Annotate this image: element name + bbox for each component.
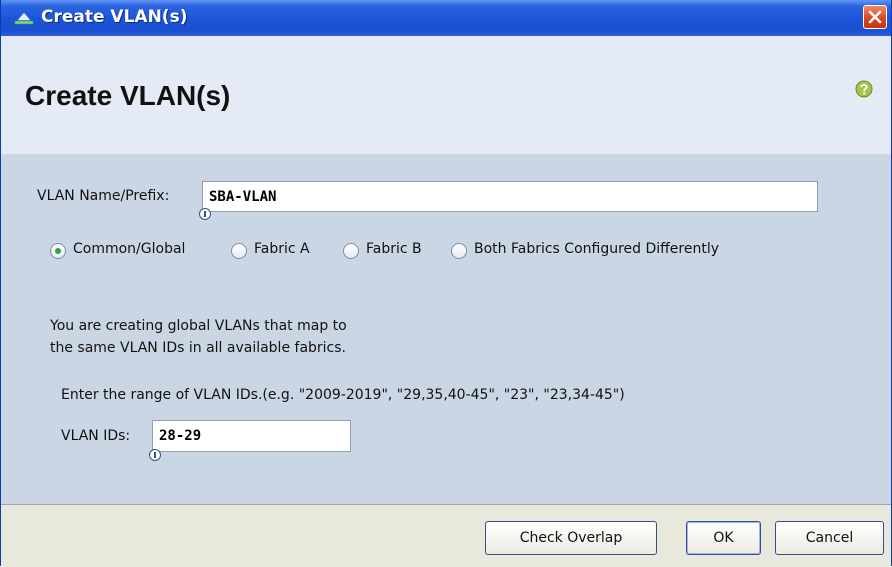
info-marker-icon	[149, 449, 161, 461]
radio-label: Fabric A	[254, 241, 310, 257]
radio-label: Both Fabrics Configured Differently	[474, 241, 720, 257]
info-marker-icon	[199, 208, 211, 220]
vlan-ids-input[interactable]	[153, 421, 350, 451]
ok-button[interactable]: OK	[686, 521, 761, 555]
close-icon	[868, 10, 882, 24]
radio-label: Common/Global	[73, 241, 186, 257]
cancel-button[interactable]: Cancel	[775, 521, 884, 555]
window-title: Create VLAN(s)	[41, 7, 188, 27]
range-hint: Enter the range of VLAN IDs.(e.g. "2009-…	[61, 387, 625, 403]
vlan-ids-field[interactable]	[152, 420, 351, 452]
radio-label: Fabric B	[366, 241, 422, 257]
page-title: Create VLAN(s)	[25, 80, 231, 111]
check-overlap-button[interactable]: Check Overlap	[485, 521, 657, 555]
radio-button-checked[interactable]	[50, 243, 66, 259]
dialog-header: Create VLAN(s)	[1, 36, 891, 154]
create-vlan-dialog: Create VLAN(s) Create VLAN(s) VLAN Name/…	[0, 0, 892, 567]
help-icon[interactable]	[854, 79, 874, 99]
radio-fabric-b[interactable]: Fabric B	[343, 240, 439, 262]
radio-button[interactable]	[231, 243, 247, 259]
vlan-name-label: VLAN Name/Prefix:	[37, 188, 170, 204]
vlan-name-input[interactable]	[203, 182, 817, 211]
vlan-network-icon	[14, 12, 34, 25]
dialog-footer: Check Overlap OK Cancel	[1, 504, 891, 567]
radio-common-global[interactable]: Common/Global	[50, 240, 218, 262]
info-text-line-2: the same VLAN IDs in all available fabri…	[50, 340, 346, 356]
radio-button[interactable]	[343, 243, 359, 259]
title-bar[interactable]: Create VLAN(s)	[1, 0, 891, 36]
radio-fabric-a[interactable]: Fabric A	[231, 240, 327, 262]
close-button[interactable]	[863, 5, 887, 29]
vlan-ids-label: VLAN IDs:	[61, 428, 131, 444]
radio-button[interactable]	[451, 243, 467, 259]
info-text-line-1: You are creating global VLANs that map t…	[50, 318, 347, 334]
radio-both-fabrics[interactable]: Both Fabrics Configured Differently	[451, 240, 773, 262]
vlan-name-field[interactable]	[202, 181, 818, 212]
